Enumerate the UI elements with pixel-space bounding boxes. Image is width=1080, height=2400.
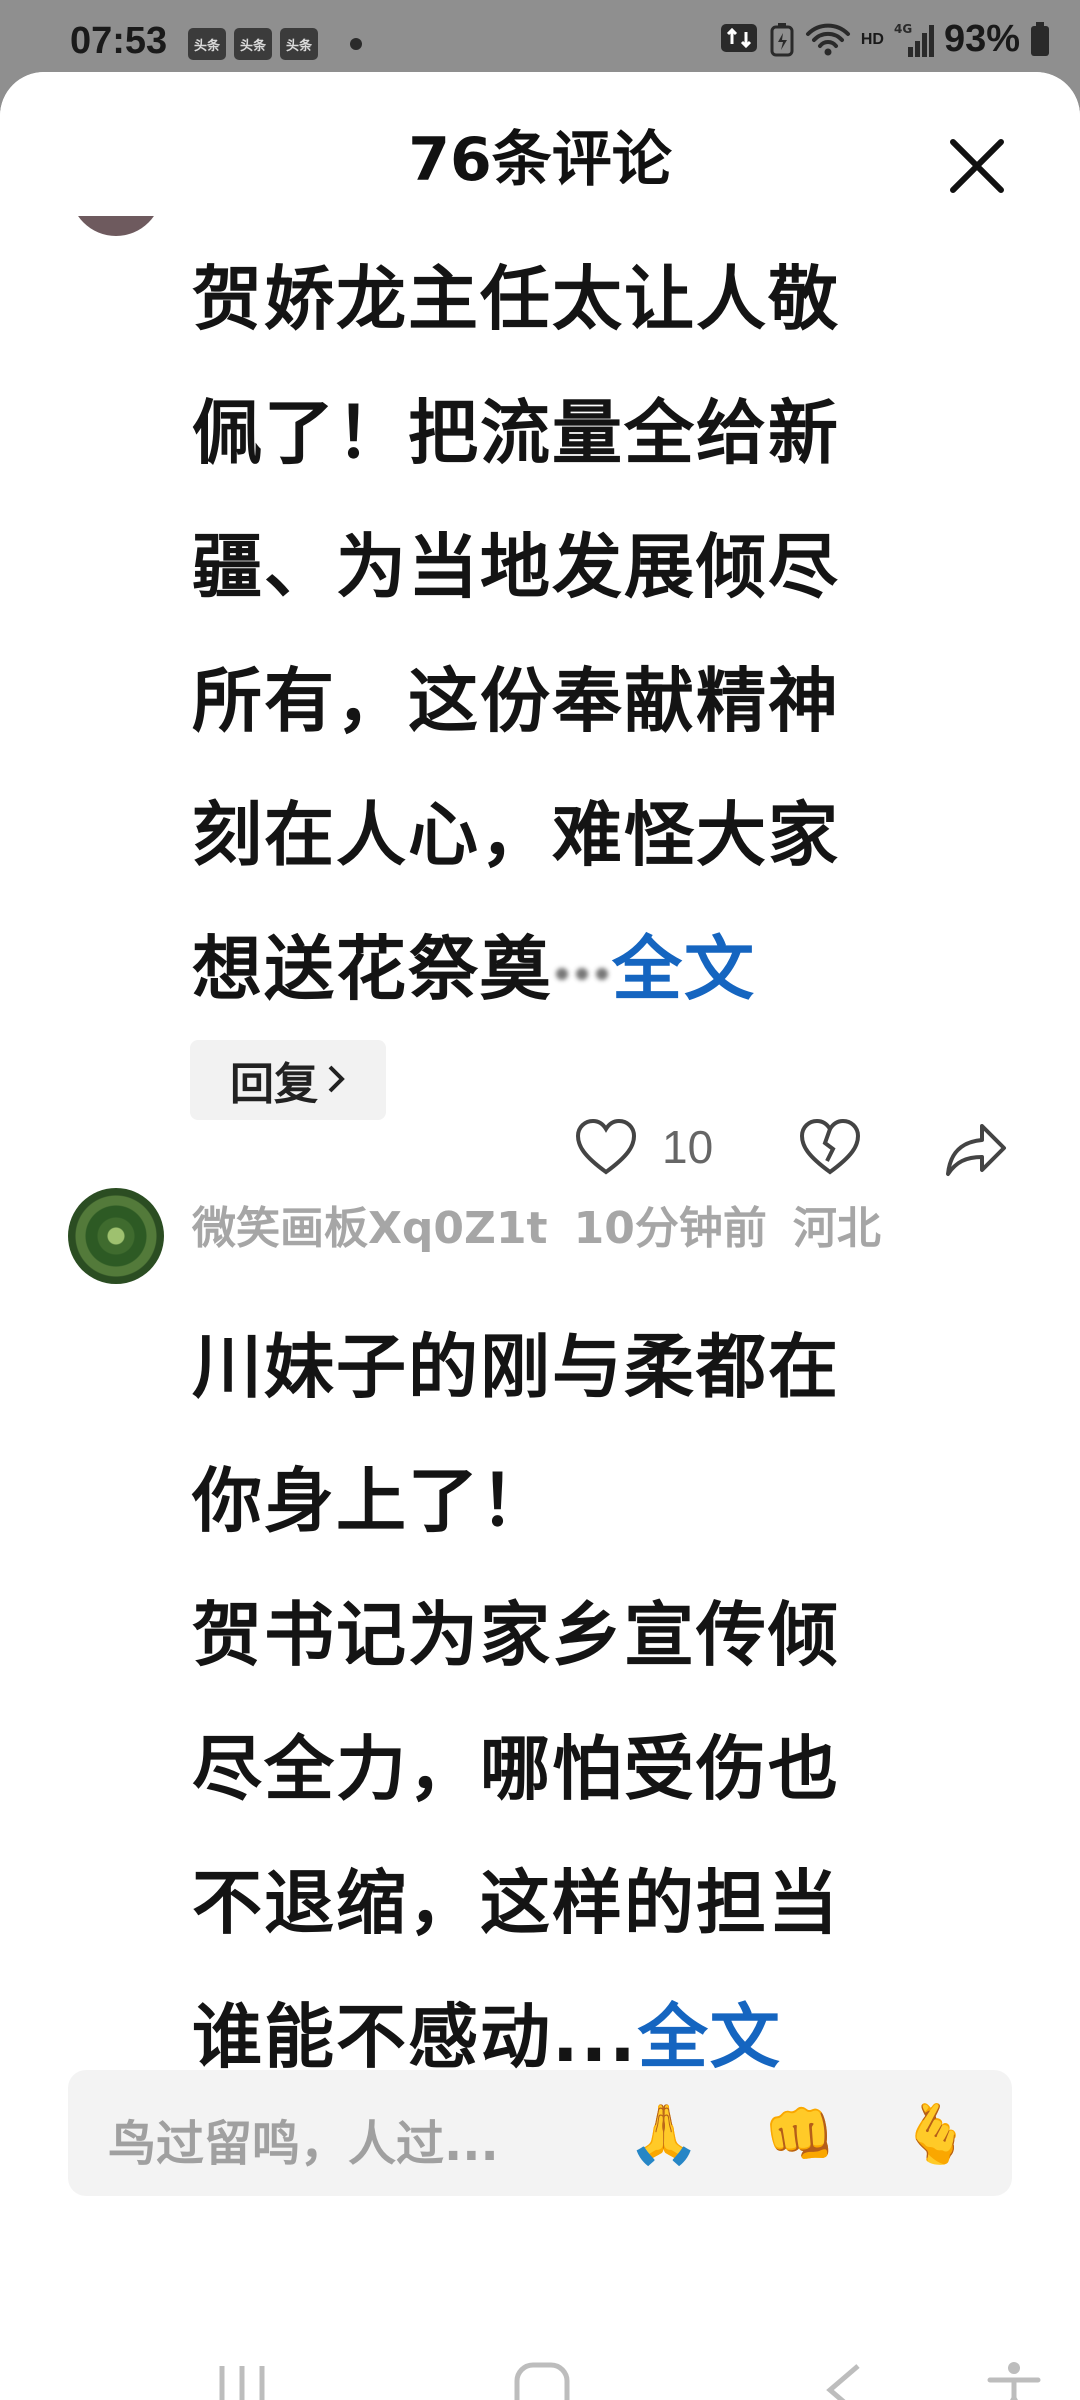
comment-count-title: 76条评论: [408, 125, 672, 195]
share-arrow-icon: [946, 1124, 1006, 1176]
notification-dot-icon: [350, 38, 362, 50]
system-nav-bar: [0, 2294, 1080, 2400]
reply-button[interactable]: 回复: [190, 1040, 386, 1120]
home-button[interactable]: [512, 2360, 572, 2400]
comment-time: 10分钟前: [573, 1203, 767, 1254]
comment-line: 贺书记为家乡宣传倾: [192, 1594, 840, 1676]
comment-line: 尽全力，哪怕受伤也: [192, 1728, 840, 1810]
ellipsis: [552, 953, 612, 994]
comment-line: 疆、为当地发展倾尽: [192, 526, 840, 608]
reply-label: 回复: [230, 1059, 318, 1110]
accessibility-button[interactable]: [984, 2360, 1044, 2400]
status-time: 07:53: [70, 20, 168, 62]
svg-text:4G: 4G: [894, 22, 912, 36]
share-button[interactable]: [944, 1120, 1008, 1178]
sheet-header: 76条评论: [0, 72, 1080, 195]
battery-percent: 93%: [943, 18, 1020, 60]
comment-line: 你身上了！: [192, 1460, 552, 1542]
dislike-button[interactable]: [798, 1118, 862, 1178]
status-right: HD 4G 93%: [719, 18, 1050, 61]
recents-icon: [219, 2366, 265, 2400]
comment-line-text: 谁能不感动...: [192, 1996, 638, 2078]
back-icon: [826, 2364, 860, 2400]
hd-label: HD: [860, 30, 884, 48]
like-button[interactable]: [574, 1118, 638, 1178]
home-icon: [514, 2362, 570, 2400]
back-button[interactable]: [818, 2360, 868, 2400]
battery-saver-icon: [769, 22, 795, 58]
status-notification-badges: 头条 头条 头条: [188, 28, 318, 60]
comment-line: 佩了！把流量全给新: [192, 392, 840, 474]
comment-line: 贺娇龙主任太让人敬: [192, 258, 840, 340]
comment-line-text: 想送花祭奠: [192, 928, 552, 1010]
emoji-fist-button[interactable]: 👊: [762, 2096, 838, 2172]
heart-icon: [575, 1118, 637, 1175]
comment-meta: 微笑画板Xq0Z1t 10分钟前 河北: [192, 1192, 907, 1256]
comment-line: 不退缩，这样的担当: [192, 1862, 840, 1944]
close-icon: [950, 139, 1004, 193]
comment-sheet: 76条评论 贺娇龙主任太让人敬 佩了！把流量全给新 疆、为当地发展倾尽 所有，这…: [0, 72, 1080, 2400]
battery-icon: [1030, 21, 1050, 58]
toutiao-badge: 头条: [188, 28, 226, 60]
emoji-pray-button[interactable]: 🙏: [626, 2096, 702, 2172]
input-placeholder: 鸟过留鸣，人过...: [108, 2116, 499, 2172]
broken-heart-icon: [799, 1118, 861, 1175]
avatar[interactable]: [68, 1188, 164, 1284]
accessibility-icon: [987, 2362, 1041, 2400]
chevron-right-icon: [326, 1055, 346, 1106]
comment-line: 所有，这份奉献精神: [192, 660, 840, 742]
comment-location: 河北: [792, 1203, 881, 1254]
comment-line-last: 想送花祭奠 全文: [192, 902, 952, 1036]
emoji-finger-heart-button[interactable]: 🫰: [898, 2096, 974, 2172]
toutiao-badge: 头条: [280, 28, 318, 60]
like-count: 10: [662, 1121, 714, 1173]
comment-body: 川妹子的刚与柔都在 你身上了！ 贺书记为家乡宣传倾 尽全力，哪怕受伤也 不退缩，…: [192, 1300, 952, 2104]
comment-input[interactable]: 鸟过留鸣，人过... 🙏 👊 🫰: [68, 2070, 1012, 2196]
comment-line: 川妹子的刚与柔都在: [192, 1326, 840, 1408]
recents-button[interactable]: [212, 2360, 272, 2400]
toutiao-badge: 头条: [234, 28, 272, 60]
wifi-icon: [805, 22, 851, 58]
cell-signal-icon: 4G: [894, 21, 934, 59]
close-button[interactable]: [945, 134, 1009, 198]
full-text-link[interactable]: 全文: [612, 928, 756, 1010]
comment-body: 贺娇龙主任太让人敬 佩了！把流量全给新 疆、为当地发展倾尽 所有，这份奉献精神 …: [192, 232, 952, 1036]
full-text-link[interactable]: 全文: [638, 1996, 782, 2078]
data-transfer-icon: [719, 22, 759, 58]
comment-line: 刻在人心，难怪大家: [192, 794, 840, 876]
username[interactable]: 微笑画板Xq0Z1t: [192, 1203, 548, 1254]
